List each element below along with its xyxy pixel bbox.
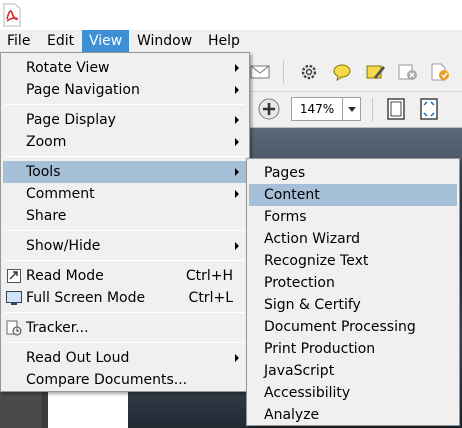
gear-icon[interactable] [298, 61, 320, 83]
title-bar [0, 0, 462, 30]
submenu-item-analyze[interactable]: Analyze [249, 404, 457, 426]
submenu-item-label: Recognize Text [264, 253, 369, 269]
menu-item-label: Full Screen Mode [26, 290, 146, 306]
menu-item-rotate-view[interactable]: Rotate View [3, 57, 247, 79]
submenu-item-label: Analyze [264, 407, 320, 423]
menu-item-page-display[interactable]: Page Display [3, 109, 247, 131]
menu-item-page-navigation[interactable]: Page Navigation [3, 79, 247, 101]
menu-item-label: Zoom [26, 134, 67, 150]
menu-separator [5, 260, 245, 261]
full-screen-icon [6, 290, 22, 306]
menu-separator [5, 312, 245, 313]
submenu-item-label: Content [264, 187, 320, 203]
submenu-item-label: Protection [264, 275, 335, 291]
menu-item-label: Compare Documents... [26, 372, 188, 388]
highlight-pen-icon[interactable] [365, 61, 387, 83]
read-mode-icon [6, 268, 22, 284]
delete-comment-icon[interactable] [397, 61, 419, 83]
zoom-level-combobox[interactable]: 147% [291, 97, 361, 121]
menu-item-zoom[interactable]: Zoom [3, 131, 247, 153]
submenu-arrow-icon [235, 116, 239, 124]
submenu-item-print-production[interactable]: Print Production [249, 338, 457, 360]
menu-item-label: Page Display [26, 112, 116, 128]
menu-item-comment[interactable]: Comment [3, 183, 247, 205]
menu-item-label: Page Navigation [26, 82, 140, 98]
submenu-item-label: JavaScript [264, 363, 335, 379]
fit-width-icon[interactable] [418, 98, 440, 120]
menu-item-compare-documents[interactable]: Compare Documents... [3, 369, 247, 391]
submenu-arrow-icon [235, 168, 239, 176]
menu-item-label: Read Mode [26, 268, 104, 284]
menu-item-full-screen-mode[interactable]: Full Screen Mode Ctrl+L [3, 287, 247, 309]
submenu-item-recognize-text[interactable]: Recognize Text [249, 250, 457, 272]
submenu-item-label: Forms [264, 209, 307, 225]
menu-item-show-hide[interactable]: Show/Hide [3, 235, 247, 257]
menu-separator [5, 230, 245, 231]
menu-item-label: Tools [26, 164, 61, 180]
submenu-arrow-icon [235, 190, 239, 198]
tools-submenu: Pages Content Forms Action Wizard Recogn… [246, 158, 460, 426]
submenu-item-javascript[interactable]: JavaScript [249, 360, 457, 382]
menu-bar: File Edit View Window Help [0, 30, 462, 52]
menu-item-tools[interactable]: Tools [3, 161, 247, 183]
submenu-item-action-wizard[interactable]: Action Wizard [249, 228, 457, 250]
menu-separator [5, 104, 245, 105]
menu-item-label: Rotate View [26, 60, 110, 76]
comment-icon[interactable] [331, 61, 353, 83]
zoom-value[interactable]: 147% [292, 98, 342, 120]
menu-item-read-mode[interactable]: Read Mode Ctrl+H [3, 265, 247, 287]
tracker-icon [6, 320, 22, 336]
submenu-item-protection[interactable]: Protection [249, 272, 457, 294]
submenu-arrow-icon [235, 138, 239, 146]
shortcut-text: Ctrl+H [185, 268, 233, 284]
menu-item-label: Show/Hide [26, 238, 101, 254]
submenu-item-label: Document Processing [264, 319, 416, 335]
submenu-arrow-icon [235, 64, 239, 72]
submenu-item-label: Action Wizard [264, 231, 361, 247]
menu-edit[interactable]: Edit [40, 30, 81, 52]
menu-item-label: Comment [26, 186, 95, 202]
submenu-arrow-icon [235, 86, 239, 94]
submenu-arrow-icon [235, 354, 239, 362]
submenu-item-accessibility[interactable]: Accessibility [249, 382, 457, 404]
menu-window[interactable]: Window [130, 30, 199, 52]
toolbar-separator [283, 60, 284, 84]
submenu-item-label: Accessibility [264, 385, 351, 401]
menu-file[interactable]: File [0, 30, 37, 52]
submenu-item-label: Sign & Certify [264, 297, 361, 313]
toolbar-separator [372, 98, 373, 122]
submenu-arrow-icon [235, 242, 239, 250]
menu-item-label: Read Out Loud [26, 350, 130, 366]
submenu-item-forms[interactable]: Forms [249, 206, 457, 228]
menu-item-label: Share [26, 208, 67, 224]
fit-page-icon[interactable] [385, 98, 407, 120]
menu-item-share[interactable]: Share [3, 205, 247, 227]
menu-separator [5, 342, 245, 343]
submenu-item-label: Print Production [264, 341, 376, 357]
submenu-item-content[interactable]: Content [249, 184, 457, 206]
menu-view[interactable]: View [82, 30, 130, 52]
submenu-item-label: Pages [264, 165, 306, 181]
menu-item-label: Tracker... [26, 320, 89, 336]
menu-separator [5, 156, 245, 157]
menu-item-tracker[interactable]: Tracker... [3, 317, 247, 339]
envelope-icon[interactable] [249, 61, 271, 83]
zoom-in-icon[interactable] [258, 98, 280, 120]
sign-document-icon[interactable] [429, 61, 451, 83]
view-menu: Rotate View Page Navigation Page Display… [0, 52, 250, 392]
shortcut-text: Ctrl+L [188, 290, 233, 306]
chevron-down-icon[interactable] [342, 98, 360, 120]
menu-help[interactable]: Help [201, 30, 247, 52]
acrobat-app-icon[interactable] [2, 3, 22, 27]
submenu-item-sign-certify[interactable]: Sign & Certify [249, 294, 457, 316]
submenu-item-document-processing[interactable]: Document Processing [249, 316, 457, 338]
menu-item-read-out-loud[interactable]: Read Out Loud [3, 347, 247, 369]
submenu-item-pages[interactable]: Pages [249, 162, 457, 184]
